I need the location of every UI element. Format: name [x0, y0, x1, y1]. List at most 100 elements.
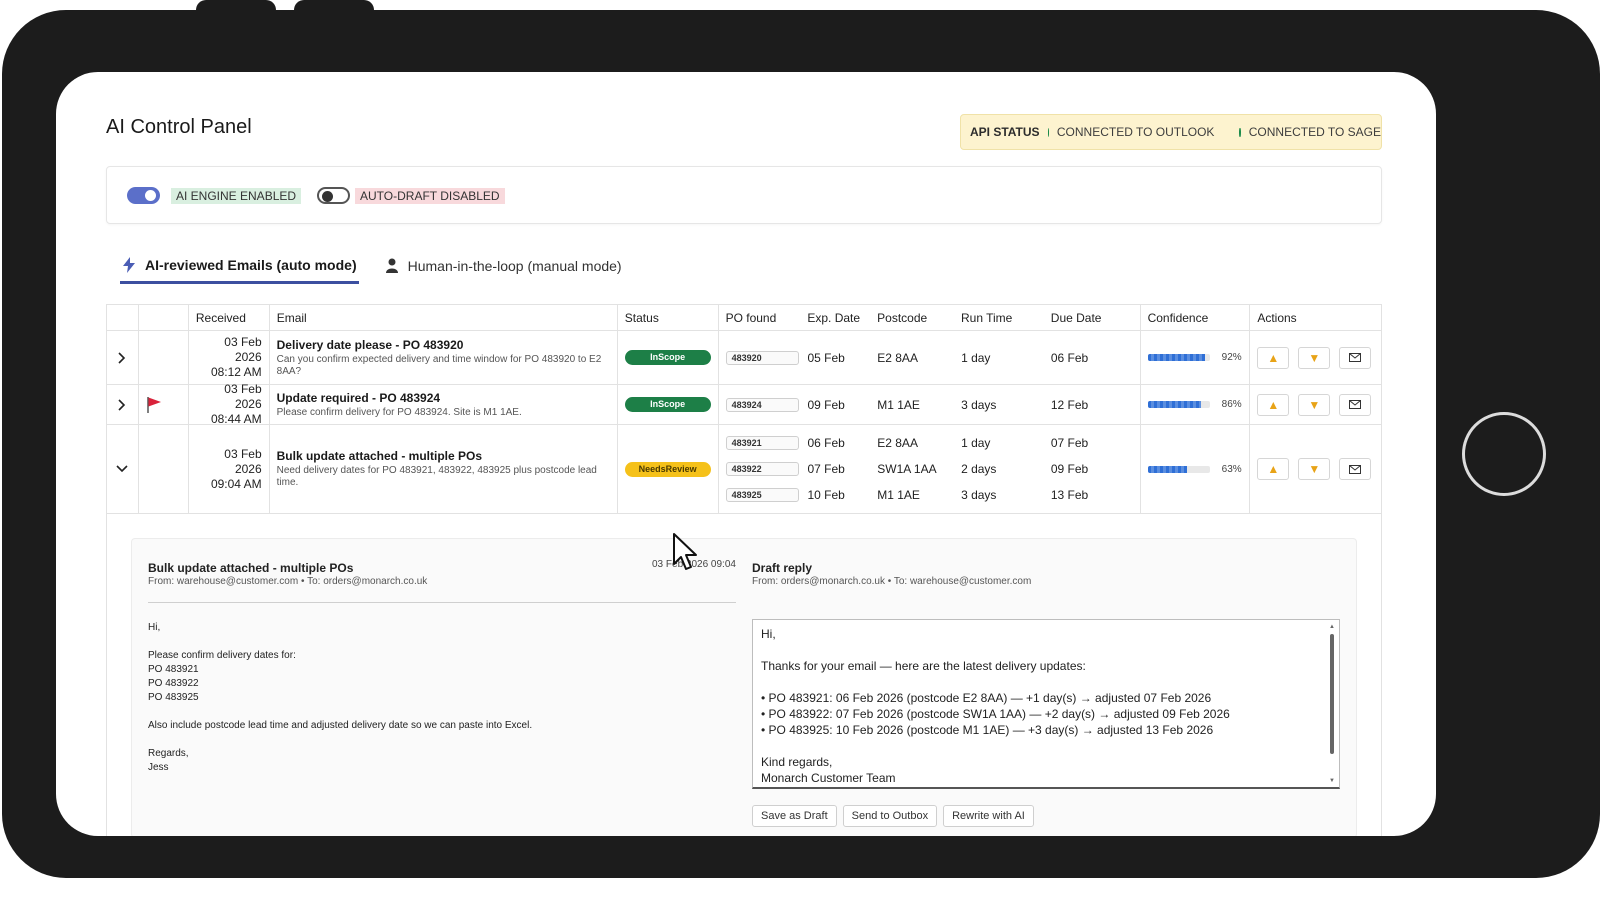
email-subject: Delivery date please - PO 483920	[276, 337, 464, 352]
ai-engine-toggle[interactable]	[127, 187, 160, 204]
table-row[interactable]: 03 Feb 2026 08:44 AM Update required - P…	[107, 382, 1381, 426]
email-detail-card: Bulk update attached - multiple POs 03 F…	[131, 538, 1357, 836]
po-line: 483920 05 Feb E2 8AA 1 day 06 Feb	[719, 345, 1140, 371]
expand-toggle[interactable]	[107, 331, 139, 384]
expand-toggle[interactable]	[107, 425, 139, 513]
email-cell[interactable]: Bulk update attached - multiple POs Need…	[270, 425, 618, 513]
po-chip: 483925	[725, 488, 800, 502]
po-line: 483924 09 Feb M1 1AE 3 days 12 Feb	[719, 392, 1140, 418]
flag-icon[interactable]	[146, 396, 162, 414]
postcode: M1 1AE	[877, 488, 920, 502]
actions-cell: ▲ ▼	[1250, 425, 1381, 513]
save-draft-button[interactable]: Save as Draft	[752, 805, 837, 827]
outlook-status: CONNECTED TO OUTLOOK	[1056, 125, 1215, 139]
header-status: Status	[618, 305, 719, 330]
tab-ai-reviewed[interactable]: AI-reviewed Emails (auto mode)	[120, 248, 359, 284]
thumbs-down-icon: ▼	[1308, 397, 1321, 412]
envelope-icon	[1349, 464, 1362, 474]
confidence-meter: 86%	[1147, 399, 1242, 410]
exp-date: 10 Feb	[807, 488, 845, 502]
rewrite-ai-button[interactable]: Rewrite with AI	[943, 805, 1034, 827]
received-date: 03 Feb 2026	[224, 335, 262, 364]
confidence-value: 92%	[1221, 352, 1242, 363]
header-postcode: Postcode	[877, 310, 928, 325]
reject-button[interactable]: ▼	[1298, 393, 1331, 416]
email-button[interactable]	[1339, 458, 1372, 480]
postcode: E2 8AA	[877, 350, 918, 365]
due-date: 12 Feb	[1050, 397, 1089, 412]
approve-button[interactable]: ▲	[1257, 458, 1290, 480]
tab-label: Human-in-the-loop (manual mode)	[407, 258, 622, 274]
run-time: 3 days	[961, 488, 997, 502]
detail-body: Hi, Please confirm delivery dates for: P…	[148, 622, 533, 773]
exp-date: 05 Feb	[807, 350, 845, 365]
email-button[interactable]	[1339, 393, 1372, 416]
thumbs-down-icon: ▼	[1308, 350, 1321, 365]
draft-body[interactable]: Hi, Thanks for your email — here are the…	[761, 626, 1230, 786]
auto-draft-label: AUTO-DRAFT DISABLED	[355, 188, 505, 204]
header-po-group: PO found Exp. Date Postcode Run Time Due…	[719, 305, 1141, 330]
divider	[148, 602, 736, 603]
confidence-fill	[1147, 465, 1187, 473]
run-time: 3 days	[961, 397, 997, 412]
approve-button[interactable]: ▲	[1257, 346, 1290, 369]
draft-from: From: orders@monarch.co.uk • To: warehou…	[752, 576, 1032, 587]
expand-toggle[interactable]	[107, 385, 139, 424]
scroll-up-icon[interactable]: ▲	[1329, 624, 1335, 630]
auto-draft-toggle[interactable]	[317, 187, 350, 204]
envelope-icon	[1349, 353, 1362, 362]
email-button[interactable]	[1339, 346, 1372, 369]
table-row[interactable]: 03 Feb 2026 08:12 AM Delivery date pleas…	[107, 331, 1381, 385]
confidence-meter: 92%	[1147, 352, 1242, 363]
home-button[interactable]	[1462, 412, 1546, 496]
header-run-time: Run Time	[960, 310, 1013, 325]
received-cell: 03 Feb 2026 08:44 AM	[189, 382, 270, 426]
po-details: 483921 06 Feb E2 8AA 1 day 07 Feb 483922…	[719, 425, 1141, 513]
exp-date: 07 Feb	[807, 462, 845, 476]
reject-button[interactable]: ▼	[1298, 458, 1331, 480]
due-date: 06 Feb	[1050, 350, 1089, 365]
header-po-found: PO found	[725, 310, 777, 325]
email-subject: Bulk update attached - multiple POs	[276, 449, 483, 463]
run-time: 1 day	[961, 350, 991, 365]
thumbs-down-icon: ▼	[1308, 462, 1321, 476]
header-actions: Actions	[1257, 310, 1297, 325]
detail-from: From: warehouse@customer.com • To: order…	[148, 576, 428, 587]
po-details: 483924 09 Feb M1 1AE 3 days 12 Feb	[719, 385, 1141, 424]
po-line: 483922 07 Feb SW1A 1AA 2 days 09 Feb	[719, 456, 1140, 482]
email-snippet: Can you confirm expected delivery and ti…	[276, 353, 602, 377]
sage-status: CONNECTED TO SAGE	[1248, 125, 1381, 139]
po-chip: 483920	[725, 350, 800, 365]
status-badge: InScope	[624, 397, 711, 412]
scroll-down-icon[interactable]: ▼	[1329, 778, 1335, 784]
tab-label: AI-reviewed Emails (auto mode)	[145, 256, 357, 273]
reject-button[interactable]: ▼	[1298, 346, 1331, 369]
table-row[interactable]: 03 Feb 2026 09:04 AM Bulk update attache…	[107, 425, 1381, 513]
po-chip: 483922	[725, 462, 800, 476]
draft-reply-editor[interactable]: Hi, Thanks for your email — here are the…	[752, 619, 1340, 789]
received-date: 03 Feb 2026	[224, 382, 262, 411]
mode-tabs: AI-reviewed Emails (auto mode) Human-in-…	[120, 248, 648, 288]
header-exp-date: Exp. Date	[807, 310, 861, 325]
received-cell: 03 Feb 2026 08:12 AM	[189, 331, 270, 384]
due-date: 09 Feb	[1050, 462, 1089, 476]
mouse-cursor-icon	[673, 533, 697, 570]
exp-date: 09 Feb	[807, 397, 845, 412]
email-snippet: Please confirm delivery for PO 483924. S…	[276, 406, 522, 418]
send-to-outbox-button[interactable]: Send to Outbox	[842, 805, 938, 827]
status-badge: NeedsReview	[624, 461, 711, 477]
po-line: 483921 06 Feb E2 8AA 1 day 07 Feb	[719, 430, 1140, 456]
approve-button[interactable]: ▲	[1257, 393, 1290, 416]
scroll-thumb[interactable]	[1330, 634, 1334, 754]
status-badge: InScope	[624, 350, 711, 365]
draft-actions: Save as Draft Send to Outbox Rewrite wit…	[752, 805, 1040, 827]
email-cell[interactable]: Update required - PO 483924 Please confi…	[270, 385, 618, 424]
email-cell[interactable]: Delivery date please - PO 483920 Can you…	[270, 331, 618, 384]
due-date: 13 Feb	[1050, 488, 1089, 502]
postcode: M1 1AE	[877, 397, 920, 412]
actions-cell: ▲ ▼	[1250, 331, 1381, 384]
po-details: 483920 05 Feb E2 8AA 1 day 06 Feb	[719, 331, 1141, 384]
scrollbar[interactable]: ▲ ▼	[1329, 624, 1335, 784]
tab-human-in-the-loop[interactable]: Human-in-the-loop (manual mode)	[383, 248, 624, 284]
api-status-banner: API STATUS CONNECTED TO OUTLOOK CONNECTE…	[960, 114, 1382, 150]
